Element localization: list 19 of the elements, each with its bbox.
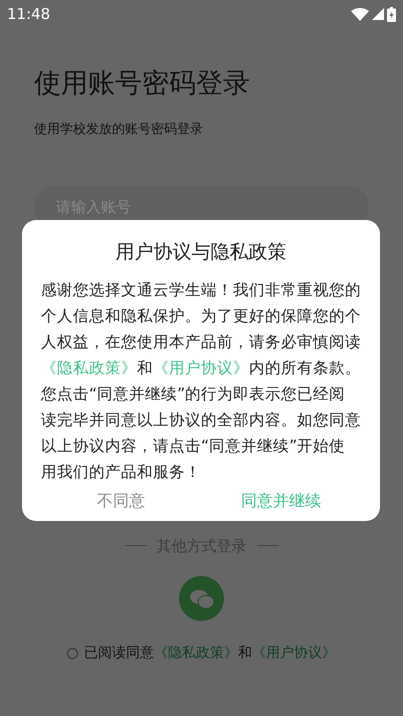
wechat-login-button[interactable]	[179, 576, 224, 621]
decline-button[interactable]: 不同意	[41, 484, 201, 516]
login-subtitle: 使用学校发放的账号密码登录	[34, 121, 204, 139]
dialog-title: 用户协议与隐私政策	[114, 240, 288, 265]
agree-text: 已阅读同意	[84, 644, 154, 663]
accept-button[interactable]: 同意并继续	[201, 484, 361, 516]
signal-icon	[372, 8, 384, 20]
agree-radio[interactable]	[67, 648, 78, 659]
wifi-icon	[351, 8, 369, 20]
agree-joiner: 和	[238, 644, 252, 663]
privacy-link[interactable]: 《隐私政策》	[154, 643, 238, 664]
status-time: 11:48	[7, 4, 50, 25]
dialog-message: 感谢您选择文通云学生端！我们非常重视您的个人信息和隐私保护。为了更好的保障您的个人权益，在您使用本产品前，请务必审慎阅读 《隐私政策》和《用户协议》内的所有条款。您点击“同意并继续”的行为即表示您已经阅读完毕并同意以上协议的全部内容。如您同意以上协议内容，请点击“同意并继续”开始使用我们的产品和服务！	[41, 280, 361, 482]
login-title: 使用账号密码登录	[34, 67, 251, 101]
chat-bubbles-icon	[190, 588, 214, 608]
user-agreement-link[interactable]: 《用户协议》	[252, 643, 336, 664]
privacy-link[interactable]: 《隐私政策》	[41, 358, 137, 376]
battery-icon	[387, 6, 396, 22]
user-agreement-link[interactable]: 《用户协议》	[153, 358, 249, 376]
